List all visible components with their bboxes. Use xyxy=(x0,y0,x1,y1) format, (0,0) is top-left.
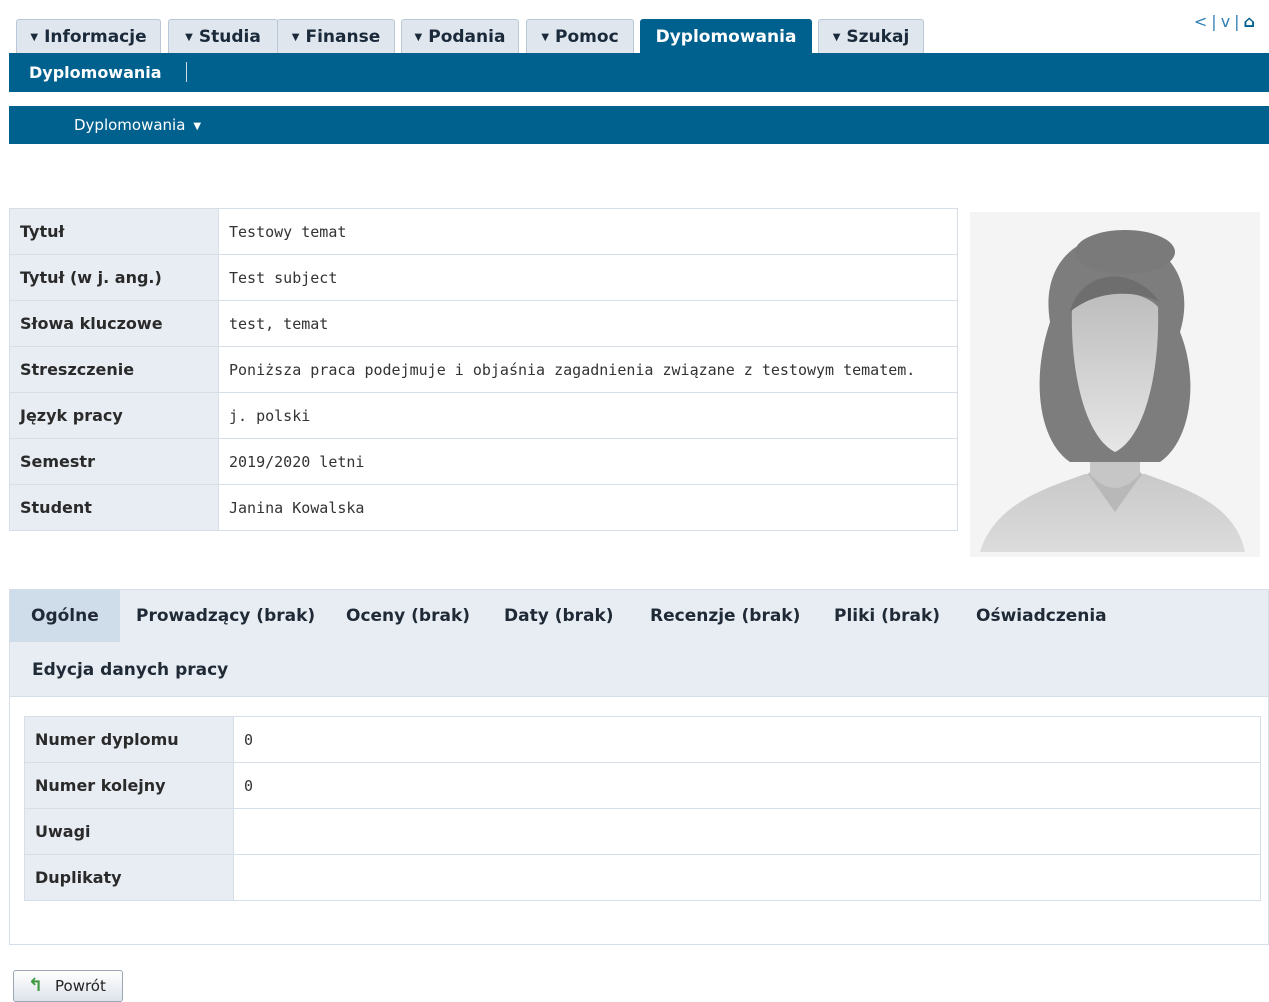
return-arrow-icon: ↰ xyxy=(28,975,44,996)
separator: | xyxy=(1211,12,1217,31)
row-label: Uwagi xyxy=(24,808,234,855)
tab-prowadzacy[interactable]: Prowadzący (brak) xyxy=(136,590,315,642)
corner-links: < | v | ⌂ xyxy=(1192,12,1257,31)
details-panel: Ogólne Prowadzący (brak) Oceny (brak) Da… xyxy=(9,589,1269,945)
row-label: Numer dyplomu xyxy=(24,716,234,763)
caret-down-icon: ▼ xyxy=(541,32,550,43)
row-value: test, temat xyxy=(218,300,958,347)
row-value: Testowy temat xyxy=(218,208,958,255)
back-link[interactable]: < xyxy=(1194,12,1207,31)
row-label: Słowa kluczowe xyxy=(9,300,219,347)
table-row: Semestr 2019/2020 letni xyxy=(9,438,958,485)
row-value: Test subject xyxy=(218,254,958,301)
separator: | xyxy=(1234,12,1240,31)
details-tabs: Ogólne Prowadzący (brak) Oceny (brak) Da… xyxy=(10,590,1268,697)
submenu-item-dyplomowania[interactable]: Dyplomowania xyxy=(29,53,162,92)
table-row: Streszczenie Poniższa praca podejmuje i o… xyxy=(9,346,958,393)
tab-pomoc[interactable]: ▼ Pomoc xyxy=(526,19,634,53)
table-row: Student Janina Kowalska xyxy=(9,484,958,531)
row-value xyxy=(233,854,1261,901)
row-label: Semestr xyxy=(9,438,219,485)
row-label: Streszczenie xyxy=(9,346,219,393)
row-label: Tytuł xyxy=(9,208,219,255)
row-value: j. polski xyxy=(218,392,958,439)
table-row: Język pracy j. polski xyxy=(9,392,958,439)
back-button-label: Powrót xyxy=(55,977,106,995)
row-value: 0 xyxy=(233,716,1261,763)
caret-down-icon: ▼ xyxy=(832,32,841,43)
table-row: Uwagi xyxy=(24,808,1261,855)
section-dropdown[interactable]: Dyplomowania ▼ xyxy=(74,106,201,146)
row-label: Numer kolejny xyxy=(24,762,234,809)
table-row: Numer kolejny 0 xyxy=(24,762,1261,809)
tab-szukaj[interactable]: ▼ Szukaj xyxy=(818,19,924,53)
row-label: Student xyxy=(9,484,219,531)
female-avatar-icon xyxy=(970,212,1260,557)
tab-ogolne[interactable]: Ogólne xyxy=(10,590,120,642)
row-value: 2019/2020 letni xyxy=(218,438,958,485)
tab-pliki[interactable]: Pliki (brak) xyxy=(834,590,940,642)
divider xyxy=(186,62,187,82)
tab-oceny[interactable]: Oceny (brak) xyxy=(346,590,470,642)
tab-daty[interactable]: Daty (brak) xyxy=(504,590,614,642)
table-row: Słowa kluczowe test, temat xyxy=(9,300,958,347)
table-row: Duplikaty xyxy=(24,854,1261,901)
thesis-info-table: Tytuł Testowy temat Tytuł (w j. ang.) Test… xyxy=(9,208,958,531)
tab-dyplomowania[interactable]: Dyplomowania xyxy=(640,19,812,55)
tab-informacje[interactable]: ▼ Informacje xyxy=(16,19,161,53)
caret-down-icon: ▼ xyxy=(185,32,193,43)
row-label: Duplikaty xyxy=(24,854,234,901)
back-button[interactable]: ↰ Powrót xyxy=(13,970,123,1002)
table-row: Numer dyplomu 0 xyxy=(24,716,1261,763)
down-link[interactable]: v xyxy=(1221,12,1230,31)
submenu-bar: Dyplomowania xyxy=(9,53,1269,92)
caret-down-icon: ▼ xyxy=(291,32,300,43)
tab-podania[interactable]: ▼ Podania xyxy=(401,19,519,53)
row-label: Tytuł (w j. ang.) xyxy=(9,254,219,301)
row-value xyxy=(233,808,1261,855)
diploma-info-table: Numer dyplomu 0 Numer kolejny 0 Uwagi Dupl… xyxy=(24,716,1261,901)
tab-studia[interactable]: ▼ Studia xyxy=(168,19,278,53)
tab-edycja-danych-pracy[interactable]: Edycja danych pracy xyxy=(32,648,228,692)
tab-oswiadczenia[interactable]: Oświadczenia xyxy=(976,590,1107,642)
caret-down-icon: ▼ xyxy=(414,32,423,43)
home-icon[interactable]: ⌂ xyxy=(1244,12,1255,31)
caret-down-icon: ▼ xyxy=(30,32,39,43)
tab-recenzje[interactable]: Recenzje (brak) xyxy=(650,590,800,642)
row-value: Janina Kowalska xyxy=(218,484,958,531)
row-value: 0 xyxy=(233,762,1261,809)
table-row: Tytuł (w j. ang.) Test subject xyxy=(9,254,958,301)
row-label: Język pracy xyxy=(9,392,219,439)
section-bar: Dyplomowania ▼ xyxy=(9,106,1269,144)
caret-down-icon: ▼ xyxy=(193,121,202,132)
tab-finanse[interactable]: ▼ Finanse xyxy=(277,19,395,53)
student-photo-placeholder xyxy=(970,212,1260,557)
row-value: Poniższa praca podejmuje i objaśnia zaga… xyxy=(218,346,958,393)
table-row: Tytuł Testowy temat xyxy=(9,208,958,255)
